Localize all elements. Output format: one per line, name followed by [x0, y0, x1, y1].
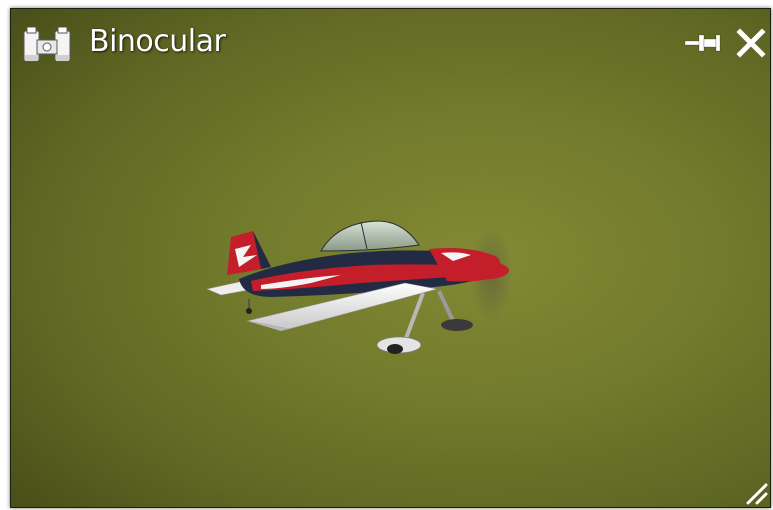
title-bar[interactable]: Binocular — [11, 9, 770, 69]
binocular-window: Binocular — [10, 8, 771, 508]
airplane-image — [206, 220, 513, 354]
close-icon[interactable] — [735, 27, 767, 59]
window-title: Binocular — [89, 24, 226, 59]
pin-icon[interactable] — [683, 29, 723, 57]
binocular-icon — [23, 27, 71, 62]
resize-grip-icon[interactable] — [742, 479, 768, 505]
binocular-view — [11, 69, 770, 507]
